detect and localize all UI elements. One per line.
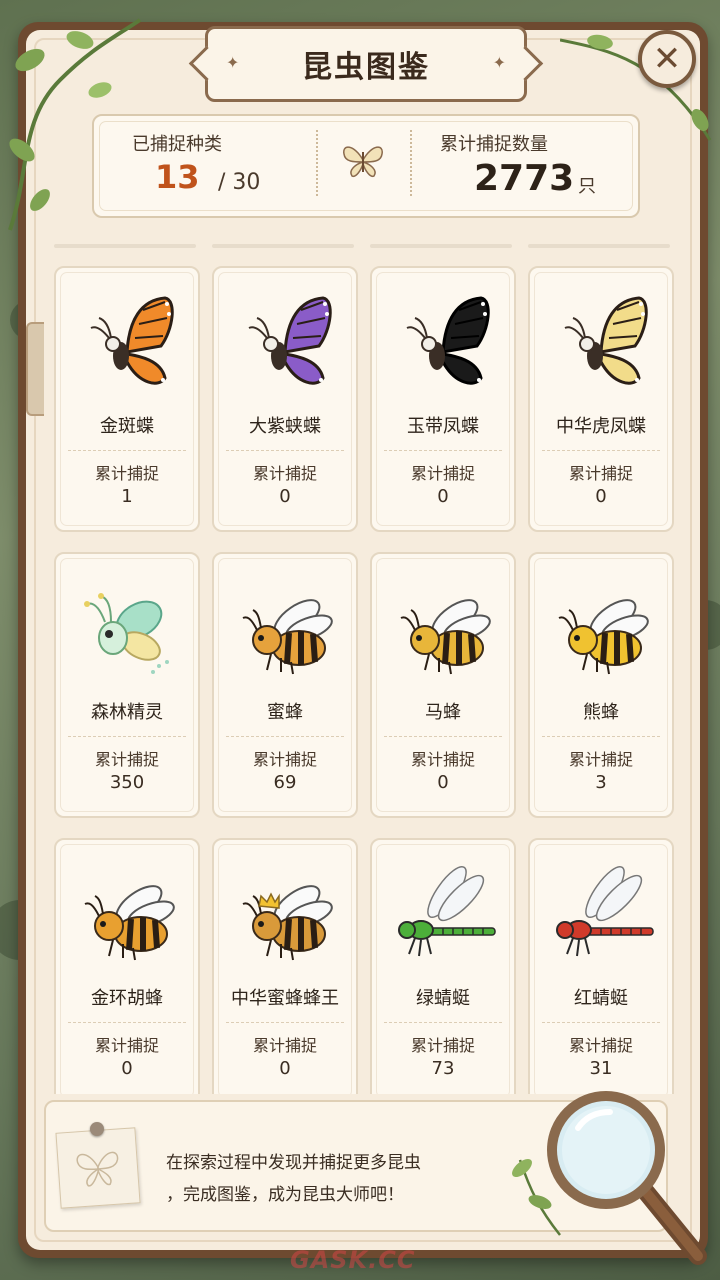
page-title: 昆虫图鉴: [302, 50, 430, 85]
card-divider: [542, 1022, 660, 1023]
stats-divider: [410, 130, 413, 196]
catch-count-value: 3: [595, 772, 607, 793]
stats-divider: [316, 130, 319, 196]
catch-unit: 只: [578, 176, 596, 197]
butterfly-sketch-icon: [76, 1151, 119, 1187]
catch-count-value: 0: [279, 486, 291, 507]
catch-count-label: 累计捕捉: [410, 1036, 475, 1055]
close-button[interactable]: ✕: [638, 30, 696, 88]
magnifier-button[interactable]: [538, 1088, 718, 1268]
card-divider: [384, 1022, 502, 1023]
insect-card[interactable]: 中华虎凤蝶累计捕捉 0: [528, 266, 674, 532]
card-divider: [68, 450, 186, 451]
hornet-icon: [84, 885, 175, 961]
pinned-note: [55, 1127, 141, 1209]
card-divider: [226, 1022, 344, 1023]
tip-text-line2: ，完成图鉴，成为昆虫大师吧！: [166, 1185, 404, 1205]
black-swallowtail-icon: [406, 296, 490, 385]
insect-card[interactable]: 金环胡蜂累计捕捉 0: [54, 838, 200, 1094]
card-divider: [384, 450, 502, 451]
catch-count-label: 累计捕捉: [94, 750, 159, 769]
catch-total-value: 2773: [474, 158, 575, 199]
catch-count-value: 69: [273, 772, 297, 793]
catch-count-label: 累计捕捉: [568, 464, 633, 483]
insect-card[interactable]: 红蜻蜓累计捕捉 31: [528, 838, 674, 1094]
card-divider: [226, 450, 344, 451]
insect-name: 马蜂: [425, 702, 461, 723]
insect-name: 金斑蝶: [100, 416, 154, 437]
insect-name: 金环胡蜂: [91, 988, 163, 1009]
row-edge: [54, 244, 196, 248]
insect-name: 熊蜂: [583, 702, 619, 723]
green-dragonfly-icon: [398, 866, 496, 957]
insect-name: 绿蜻蜓: [416, 988, 470, 1009]
catch-count-value: 350: [109, 772, 145, 793]
butterfly-emblem-icon: [343, 146, 383, 178]
catch-count-value: 0: [279, 1058, 291, 1079]
catch-count-label: 累计捕捉: [252, 750, 317, 769]
insect-card[interactable]: 马蜂累计捕捉 0: [370, 552, 516, 818]
row-edge: [528, 244, 670, 248]
insect-name: 大紫蛱蝶: [249, 416, 321, 437]
tip-text-line1: 在探索过程中发现并捕捉更多昆虫: [166, 1153, 421, 1173]
close-icon: ✕: [652, 39, 682, 79]
card-divider: [226, 736, 344, 737]
insect-card[interactable]: 玉带凤蝶累计捕捉 0: [370, 266, 516, 532]
catch-count-label: 累计捕捉: [568, 750, 633, 769]
sparkle-icon: ✦: [492, 53, 506, 72]
honeybee-icon: [242, 599, 333, 675]
insect-card[interactable]: 中华蜜蜂蜂王 累计捕捉 0: [212, 838, 358, 1094]
catch-count-label: 累计捕捉: [568, 1036, 633, 1055]
card-divider: [68, 736, 186, 737]
row-edge: [370, 244, 512, 248]
insect-name: 森林精灵: [91, 702, 163, 723]
catch-count-value: 31: [589, 1058, 613, 1079]
catch-count-label: 累计捕捉: [252, 1036, 317, 1055]
catch-count-label: 累计捕捉: [94, 464, 159, 483]
insect-grid[interactable]: 金斑蝶累计捕捉 1 大紫蛱蝶累计捕捉 0 玉带凤蝶累计捕捉 0 中华虎凤蝶累计捕捉 0: [40, 236, 680, 1094]
species-total-value: / 30: [218, 170, 261, 195]
insect-name: 中华虎凤蝶: [556, 416, 646, 437]
insect-card[interactable]: 绿蜻蜓累计捕捉 73: [370, 838, 516, 1094]
monarch-butterfly-icon: [90, 296, 174, 385]
catch-count-value: 0: [437, 486, 449, 507]
catch-count-label: 累计捕捉: [410, 750, 475, 769]
sparkle-icon: ✦: [226, 53, 240, 72]
catch-count-label: 累计捕捉: [94, 1036, 159, 1055]
catch-total-label: 累计捕捉数量: [440, 134, 548, 155]
insect-card[interactable]: 金斑蝶累计捕捉 1: [54, 266, 200, 532]
tiger-swallowtail-icon: [564, 296, 648, 385]
wasp-icon: [400, 599, 491, 675]
catch-count-value: 0: [437, 772, 449, 793]
bumblebee-icon: [558, 599, 649, 675]
insect-name: 红蜻蜓: [574, 988, 628, 1009]
catch-count-label: 累计捕捉: [410, 464, 475, 483]
row-edge: [212, 244, 354, 248]
card-divider: [542, 450, 660, 451]
title-plaque: ✦ 昆虫图鉴 ✦: [205, 26, 527, 102]
insect-card[interactable]: 大紫蛱蝶累计捕捉 0: [212, 266, 358, 532]
catch-count-value: 1: [121, 486, 133, 507]
red-dragonfly-icon: [556, 866, 654, 957]
insect-card[interactable]: 蜜蜂累计捕捉 69: [212, 552, 358, 818]
card-divider: [384, 736, 502, 737]
watermark: GASK.CC: [290, 1246, 416, 1274]
forest-sprite-icon: [84, 593, 169, 674]
card-divider: [68, 1022, 186, 1023]
insect-card[interactable]: 熊蜂累计捕捉 3: [528, 552, 674, 818]
pin-icon: [90, 1122, 104, 1136]
catch-count-label: 累计捕捉: [252, 464, 317, 483]
insect-name: 中华蜜蜂蜂王: [231, 988, 339, 1009]
catch-count-value: 0: [121, 1058, 133, 1079]
insect-card[interactable]: 森林精灵累计捕捉 350: [54, 552, 200, 818]
species-caught-value: 13: [155, 158, 200, 196]
queen-bee-icon: [242, 885, 333, 961]
species-label: 已捕捉种类: [132, 134, 222, 155]
insect-name: 蜜蜂: [267, 702, 303, 723]
card-divider: [542, 736, 660, 737]
purple-emperor-butterfly-icon: [248, 296, 332, 385]
insect-name: 玉带凤蝶: [407, 416, 479, 437]
catch-count-value: 73: [431, 1058, 455, 1079]
catch-count-value: 0: [595, 486, 607, 507]
